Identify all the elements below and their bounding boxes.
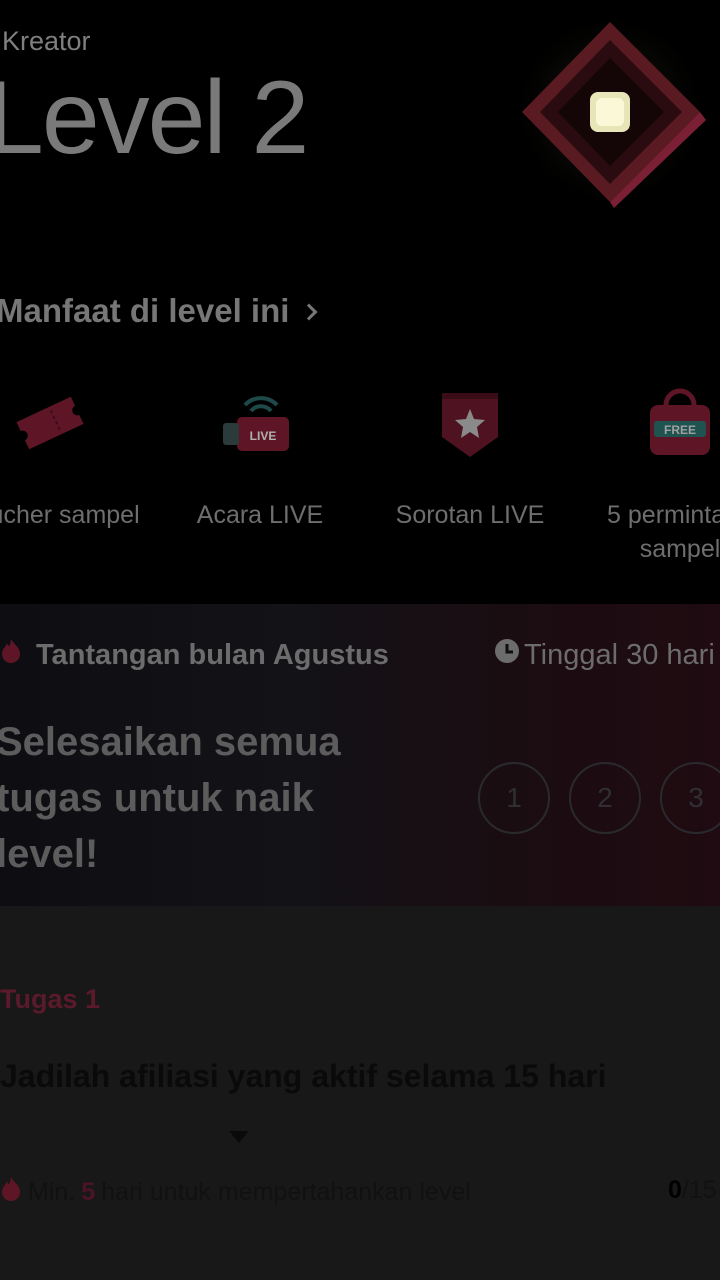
live-camera-icon: LIVE bbox=[170, 378, 350, 468]
monthly-challenge-banner: Tantangan bulan Agustus Tinggal 30 hari … bbox=[0, 604, 720, 906]
task-card: Tugas 1 Jadilah afiliasi yang aktif sela… bbox=[0, 906, 720, 1280]
challenge-name-text: Tantangan bulan Agustus bbox=[36, 638, 389, 671]
time-left: Tinggal 30 hari bbox=[494, 638, 715, 672]
requirement-suffix: hari untuk mempertahankan level bbox=[101, 1178, 471, 1206]
svg-text:LIVE: LIVE bbox=[250, 429, 277, 443]
progress-total: /15 bbox=[681, 1176, 717, 1204]
requirement-number: 5 bbox=[81, 1178, 96, 1206]
benefit-label: 5 permintaan sampel bbox=[607, 501, 720, 563]
challenge-headline: Selesaikan semua tugas untuk naik level! bbox=[0, 720, 341, 876]
benefits-link-label: Manfaat di level ini bbox=[0, 292, 290, 329]
flame-icon bbox=[0, 638, 22, 672]
task-label: Tugas 1 bbox=[0, 984, 101, 1014]
creator-level-page: Kreator Level 2 Manfaat di level ini che… bbox=[0, 0, 720, 1280]
time-left-text: Tinggal 30 hari bbox=[524, 638, 715, 671]
free-bag-icon: FREE bbox=[590, 378, 720, 468]
task-progress: 0/15 bbox=[668, 1176, 717, 1205]
level-badge-icon bbox=[510, 10, 720, 220]
task-title: Jadilah afiliasi yang aktif selama 15 ha… bbox=[0, 1058, 607, 1094]
benefit-sample-requests[interactable]: FREE 5 permintaan sampel bbox=[590, 378, 720, 566]
caret-down-icon[interactable] bbox=[229, 1131, 249, 1143]
chevron-right-icon bbox=[300, 303, 318, 321]
benefit-label: Acara LIVE bbox=[196, 501, 324, 529]
benefit-live-event[interactable]: LIVE Acara LIVE bbox=[170, 378, 350, 532]
benefits-link[interactable]: Manfaat di level ini bbox=[0, 292, 318, 330]
clock-icon bbox=[494, 638, 520, 672]
creator-label: Kreator bbox=[2, 26, 91, 56]
benefit-voucher[interactable]: Voucher sampel bbox=[0, 378, 140, 532]
flame-icon bbox=[0, 1176, 22, 1209]
benefit-label: Voucher sampel bbox=[0, 501, 140, 529]
step-3-circle[interactable]: 3 bbox=[660, 762, 720, 834]
task-requirement: Min. 5 hari untuk mempertahankan level bbox=[0, 1176, 471, 1209]
level-title: Level 2 bbox=[0, 60, 309, 176]
ticket-icon bbox=[0, 378, 140, 468]
challenge-name: Tantangan bulan Agustus bbox=[0, 638, 389, 672]
step-2-circle[interactable]: 2 bbox=[569, 762, 641, 834]
svg-text:FREE: FREE bbox=[664, 423, 696, 437]
progress-current: 0 bbox=[668, 1176, 682, 1204]
benefit-label: Sorotan LIVE bbox=[395, 501, 545, 529]
requirement-prefix: Min. bbox=[28, 1178, 76, 1206]
step-1-circle[interactable]: 1 bbox=[478, 762, 550, 834]
benefit-live-spotlight[interactable]: Sorotan LIVE bbox=[380, 378, 560, 532]
star-badge-icon bbox=[380, 378, 560, 468]
